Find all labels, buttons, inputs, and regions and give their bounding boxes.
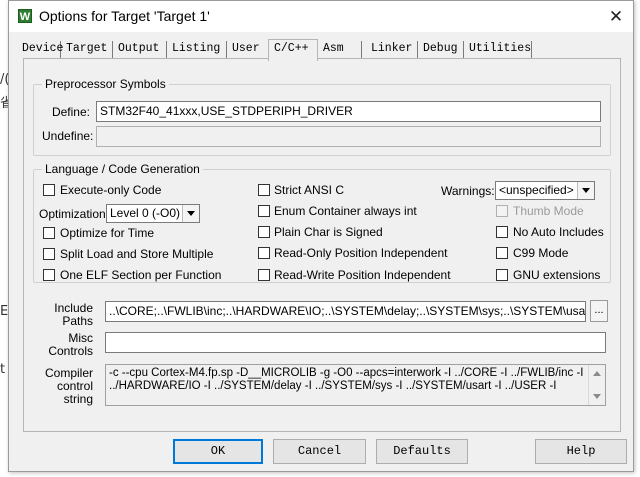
tab-user[interactable]: User	[229, 41, 269, 59]
compiler-string-label-line2: control	[56, 379, 93, 393]
rwpi-checkbox[interactable]	[258, 269, 270, 281]
thumb-mode-label: Thumb Mode	[513, 204, 584, 218]
no-auto-includes-label: No Auto Includes	[513, 225, 604, 239]
include-paths-label-line1: Include	[54, 301, 93, 315]
plain-char-label: Plain Char is Signed	[274, 225, 383, 239]
scroll-up-icon[interactable]	[593, 371, 601, 376]
misc-controls-label-line2: Controls	[48, 344, 93, 358]
compiler-string-line: ../HARDWARE/IO -I ../SYSTEM/delay -I ../…	[109, 380, 557, 392]
c-cpp-panel: Preprocessor Symbols Define: STM32F40_41…	[23, 58, 621, 432]
include-paths-label-line2: Paths	[62, 314, 93, 328]
misc-controls-input[interactable]	[105, 332, 606, 353]
enum-container-checkbox[interactable]	[258, 205, 270, 217]
help-button[interactable]: Help	[535, 439, 627, 464]
vertical-scrollbar[interactable]	[588, 365, 605, 405]
execute-only-checkbox[interactable]	[43, 184, 55, 196]
thumb-mode-checkbox[interactable]	[496, 205, 508, 217]
cancel-button[interactable]: Cancel	[273, 439, 366, 464]
undefine-input[interactable]	[96, 126, 601, 147]
tab-utilities[interactable]: Utilities	[466, 41, 532, 59]
title-bar: W Options for Target 'Target 1' ✕	[9, 1, 633, 32]
compiler-string-label-line1: Compiler	[44, 366, 93, 380]
include-paths-input[interactable]: ..\CORE;..\FWLIB\inc;..\HARDWARE\IO;..\S…	[105, 301, 586, 322]
background-text-fragment: t	[0, 362, 6, 377]
c99-mode-checkbox[interactable]	[496, 247, 508, 259]
tab-listing[interactable]: Listing	[169, 41, 227, 59]
tab-target[interactable]: Target	[63, 41, 113, 59]
warnings-select[interactable]: <unspecified>	[495, 181, 595, 200]
rwpi-label: Read-Write Position Independent	[274, 268, 451, 282]
keil-app-icon: W	[18, 9, 32, 23]
gnu-extensions-checkbox[interactable]	[496, 269, 508, 281]
background-text-fragment: E	[0, 304, 9, 319]
strict-ansi-label: Strict ANSI C	[274, 183, 345, 197]
one-elf-label: One ELF Section per Function	[60, 268, 222, 282]
options-dialog: W Options for Target 'Target 1' ✕ Device…	[8, 0, 634, 472]
tab-debug[interactable]: Debug	[420, 41, 464, 59]
undefine-label: Undefine:	[42, 129, 94, 143]
ropi-checkbox[interactable]	[258, 247, 270, 259]
plain-char-checkbox[interactable]	[258, 226, 270, 238]
no-auto-includes-checkbox[interactable]	[496, 226, 508, 238]
defaults-button[interactable]: Defaults	[376, 439, 468, 464]
misc-controls-label-line1: Misc	[68, 331, 93, 345]
enum-container-label: Enum Container always int	[274, 204, 417, 218]
split-load-checkbox[interactable]	[43, 248, 55, 260]
warnings-label: Warnings:	[441, 184, 495, 198]
close-icon[interactable]: ✕	[599, 1, 633, 32]
compiler-string-line: -c --cpu Cortex-M4.fp.sp -D__MICROLIB -g…	[109, 367, 584, 379]
define-input[interactable]: STM32F40_41xxx,USE_STDPERIPH_DRIVER	[96, 101, 601, 122]
warnings-value: <unspecified>	[499, 183, 574, 197]
compiler-control-string[interactable]: -c --cpu Cortex-M4.fp.sp -D__MICROLIB -g…	[105, 364, 606, 406]
strict-ansi-checkbox[interactable]	[258, 184, 270, 196]
tab-c-cpp[interactable]: C/C++	[268, 39, 318, 61]
chevron-down-icon	[577, 182, 594, 199]
tab-linker[interactable]: Linker	[368, 41, 418, 59]
window-title: Options for Target 'Target 1'	[39, 8, 210, 24]
optimize-time-checkbox[interactable]	[43, 227, 55, 239]
scroll-down-icon[interactable]	[593, 394, 601, 399]
tab-device[interactable]: Device	[19, 41, 63, 59]
optimization-select[interactable]: Level 0 (-O0)	[106, 204, 200, 223]
chevron-down-icon	[182, 205, 199, 222]
language-group-title: Language / Code Generation	[42, 162, 203, 176]
optimize-time-label: Optimize for Time	[60, 226, 155, 240]
c99-mode-label: C99 Mode	[513, 246, 569, 260]
one-elf-checkbox[interactable]	[43, 269, 55, 281]
define-label: Define:	[51, 105, 90, 119]
split-load-label: Split Load and Store Multiple	[60, 247, 214, 261]
tab-bar: Device Target Output Listing User C/C++ …	[19, 39, 619, 61]
include-paths-browse-button[interactable]: ...	[590, 300, 608, 322]
ok-button[interactable]: OK	[173, 439, 263, 464]
ropi-label: Read-Only Position Independent	[274, 246, 448, 260]
optimization-value: Level 0 (-O0)	[110, 206, 181, 220]
preprocessor-group-title: Preprocessor Symbols	[42, 77, 169, 91]
tab-output[interactable]: Output	[115, 41, 167, 59]
execute-only-label: Execute-only Code	[60, 183, 162, 197]
compiler-string-label-line3: string	[63, 392, 93, 406]
optimization-label: Optimization:	[39, 207, 110, 221]
tab-asm[interactable]: Asm	[320, 41, 362, 59]
gnu-extensions-label: GNU extensions	[513, 268, 601, 282]
